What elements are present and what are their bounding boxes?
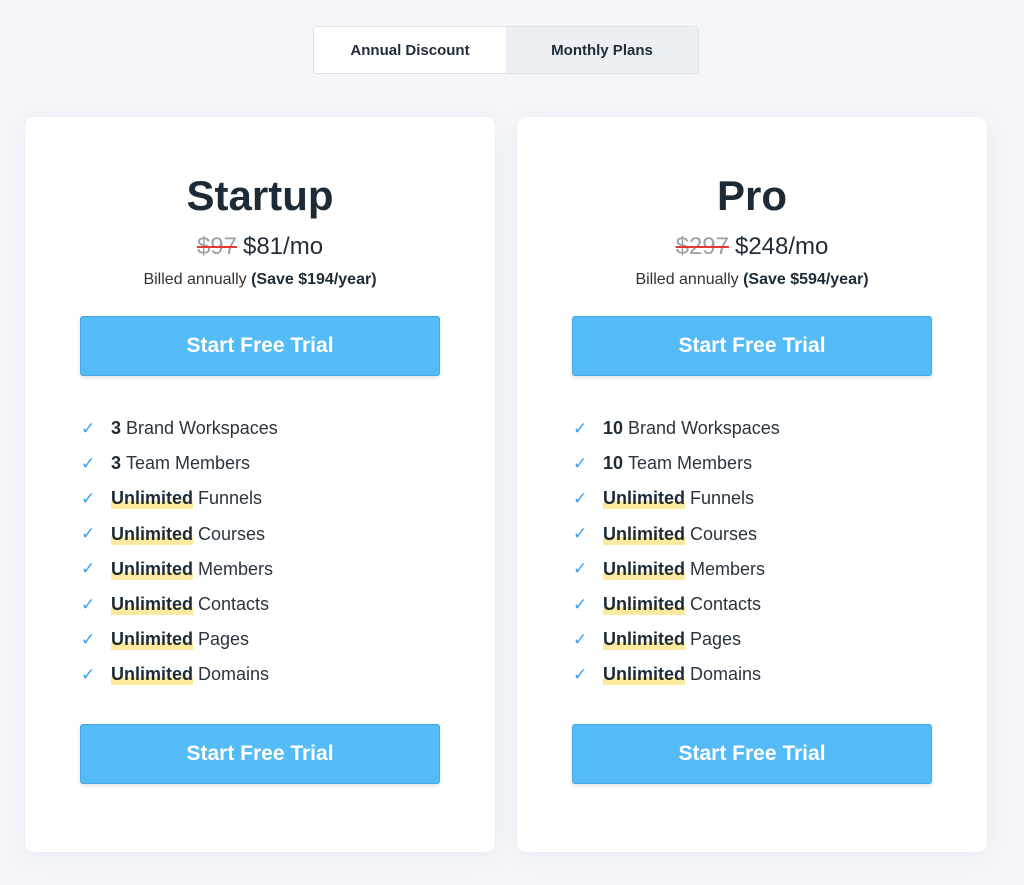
- feature-list: ✓ 3 Brand Workspaces ✓ 3 Team Members ✓ Unlimit…: [81, 411, 278, 693]
- tab-monthly-plans[interactable]: Monthly Plans: [506, 27, 698, 73]
- savings-text: (Save $194/year): [251, 271, 377, 288]
- start-free-trial-button[interactable]: Start Free Trial: [80, 316, 440, 376]
- feature-value: Unlimited: [111, 488, 194, 510]
- check-icon: ✓: [573, 488, 588, 508]
- feature-label: Funnels: [198, 488, 263, 509]
- feature-item: ✓ Unlimited Pages: [573, 622, 780, 657]
- feature-value: Unlimited: [603, 594, 686, 616]
- start-free-trial-button[interactable]: Start Free Trial: [572, 316, 932, 376]
- old-price: $97: [196, 233, 237, 260]
- feature-item: ✓ Unlimited Members: [573, 552, 780, 587]
- tab-annual-discount[interactable]: Annual Discount: [314, 27, 506, 73]
- feature-item: ✓ Unlimited Domains: [81, 657, 278, 692]
- feature-value: 3: [111, 453, 122, 474]
- feature-item: ✓ Unlimited Funnels: [81, 481, 278, 516]
- feature-label: Members: [690, 558, 766, 579]
- feature-item: ✓ Unlimited Courses: [573, 517, 780, 552]
- check-icon: ✓: [81, 629, 96, 649]
- feature-item: ✓ Unlimited Members: [81, 552, 278, 587]
- check-icon: ✓: [573, 418, 588, 438]
- start-free-trial-button-bottom[interactable]: Start Free Trial: [80, 724, 440, 784]
- feature-label: Team Members: [126, 453, 251, 474]
- feature-item: ✓ 3 Brand Workspaces: [81, 411, 278, 446]
- check-icon: ✓: [573, 524, 588, 544]
- feature-label: Pages: [690, 629, 742, 650]
- feature-label: Courses: [198, 523, 266, 544]
- current-price: $81/mo: [242, 233, 324, 260]
- check-icon: ✓: [573, 664, 588, 684]
- feature-value: Unlimited: [603, 523, 686, 545]
- billing-toggle: Annual Discount Monthly Plans: [313, 26, 699, 74]
- savings-text: (Save $594/year): [743, 271, 869, 288]
- feature-value: Unlimited: [111, 558, 194, 580]
- feature-item: ✓ Unlimited Pages: [81, 622, 278, 657]
- feature-label: Courses: [690, 523, 758, 544]
- check-icon: ✓: [81, 524, 96, 544]
- feature-label: Domains: [198, 664, 270, 685]
- feature-item: ✓ Unlimited Funnels: [573, 481, 780, 516]
- feature-label: Contacts: [198, 594, 270, 615]
- feature-label: Team Members: [628, 453, 753, 474]
- feature-label: Brand Workspaces: [628, 418, 780, 439]
- plan-title: Pro: [716, 172, 787, 219]
- check-icon: ✓: [573, 594, 588, 614]
- plan-price: $297 $248/mo: [517, 233, 987, 261]
- feature-value: Unlimited: [603, 488, 686, 510]
- feature-value: 10: [603, 418, 624, 439]
- check-icon: ✓: [573, 453, 588, 473]
- feature-value: Unlimited: [111, 629, 194, 651]
- plan-card-startup: Startup $97 $81/mo Billed annually (Save …: [25, 117, 495, 852]
- check-icon: ✓: [81, 418, 96, 438]
- start-free-trial-button-bottom[interactable]: Start Free Trial: [572, 724, 932, 784]
- feature-item: ✓ 10 Team Members: [573, 446, 780, 481]
- plan-price: $97 $81/mo: [25, 233, 495, 261]
- check-icon: ✓: [81, 453, 96, 473]
- billing-note: Billed annually (Save $594/year): [517, 271, 987, 289]
- plan-title: Startup: [186, 172, 334, 219]
- old-price: $297: [675, 233, 729, 260]
- feature-item: ✓ Unlimited Contacts: [81, 587, 278, 622]
- feature-item: ✓ Unlimited Courses: [81, 517, 278, 552]
- feature-value: Unlimited: [603, 558, 686, 580]
- feature-label: Domains: [690, 664, 762, 685]
- check-icon: ✓: [81, 594, 96, 614]
- feature-list: ✓ 10 Brand Workspaces ✓ 10 Team Members ✓ Unlim…: [573, 411, 780, 693]
- billed-text: Billed annually: [635, 271, 739, 288]
- feature-value: Unlimited: [603, 664, 686, 686]
- feature-value: Unlimited: [603, 629, 686, 651]
- check-icon: ✓: [81, 664, 96, 684]
- feature-item: ✓ Unlimited Domains: [573, 657, 780, 692]
- feature-value: 3: [111, 418, 122, 439]
- check-icon: ✓: [81, 488, 96, 508]
- check-icon: ✓: [573, 559, 588, 579]
- feature-label: Funnels: [690, 488, 755, 509]
- feature-label: Pages: [198, 629, 250, 650]
- check-icon: ✓: [81, 559, 96, 579]
- current-price: $248/mo: [734, 233, 829, 260]
- feature-item: ✓ 10 Brand Workspaces: [573, 411, 780, 446]
- feature-label: Contacts: [690, 594, 762, 615]
- feature-label: Members: [198, 558, 274, 579]
- feature-value: 10: [603, 453, 624, 474]
- feature-value: Unlimited: [111, 594, 194, 616]
- feature-label: Brand Workspaces: [126, 418, 278, 439]
- plan-card-pro: Pro $297 $248/mo Billed annually (Save $5…: [517, 117, 987, 852]
- billing-note: Billed annually (Save $194/year): [25, 271, 495, 289]
- feature-value: Unlimited: [111, 523, 194, 545]
- feature-item: ✓ Unlimited Contacts: [573, 587, 780, 622]
- check-icon: ✓: [573, 629, 588, 649]
- feature-item: ✓ 3 Team Members: [81, 446, 278, 481]
- billed-text: Billed annually: [143, 271, 247, 288]
- feature-value: Unlimited: [111, 664, 194, 686]
